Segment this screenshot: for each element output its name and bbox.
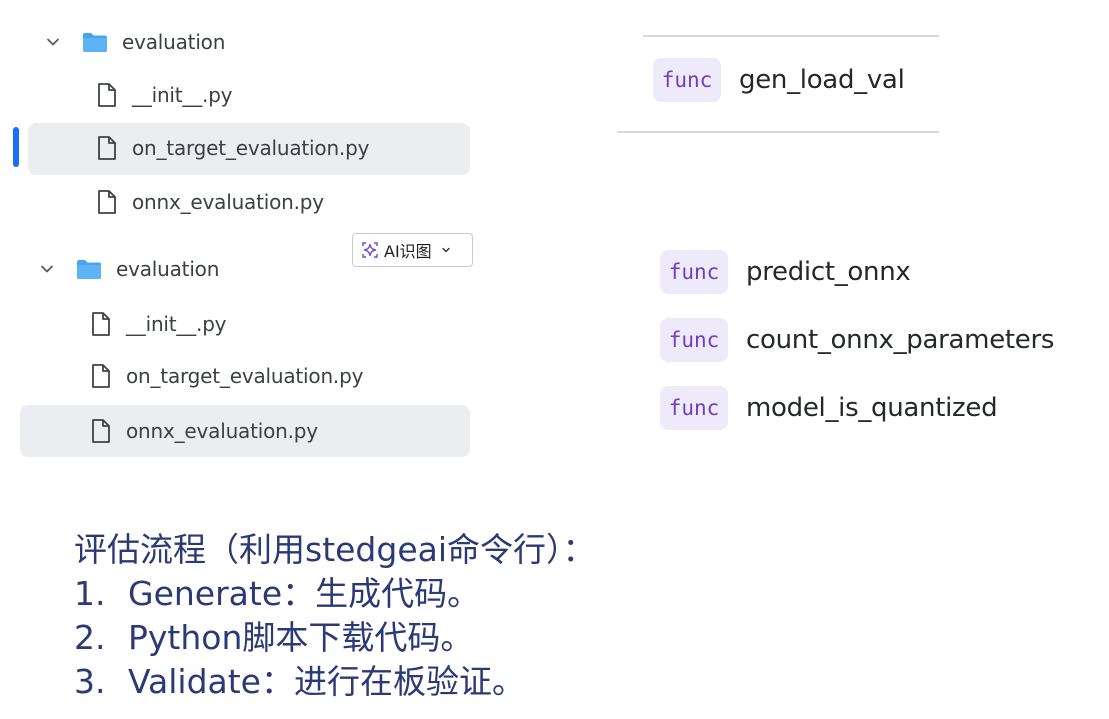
- function-item[interactable]: func gen_load_val: [653, 57, 905, 103]
- evaluation-notes: 评估流程（利用stedgeai命令行）： 1. Generate：生成代码。 2.…: [74, 528, 596, 704]
- tree-file-on-target-evaluation[interactable]: on_target_evaluation.py: [96, 122, 369, 174]
- function-item[interactable]: func count_onnx_parameters: [660, 317, 1054, 363]
- tree-file-init[interactable]: __init__.py: [96, 69, 233, 121]
- tree-file-init[interactable]: __init__.py: [90, 298, 227, 350]
- folder-icon: [83, 33, 107, 52]
- file-label: __init__.py: [132, 83, 233, 107]
- step-text: Validate：进行在板验证。: [128, 662, 525, 701]
- divider: [617, 131, 939, 133]
- func-badge: func: [653, 58, 721, 102]
- folder-icon: [77, 260, 101, 279]
- ai-chip-label: AI识图: [384, 242, 432, 261]
- file-label: on_target_evaluation.py: [126, 364, 364, 388]
- file-icon: [98, 83, 116, 107]
- step-text: Python脚本下载代码。: [128, 618, 474, 657]
- notes-step: 3. Validate：进行在板验证。: [74, 660, 596, 704]
- ai-image-recognition-button[interactable]: AI识图: [352, 233, 473, 267]
- step-number: 1.: [74, 574, 106, 613]
- function-item[interactable]: func predict_onnx: [660, 249, 911, 295]
- file-label: on_target_evaluation.py: [132, 136, 370, 160]
- file-icon: [98, 190, 116, 214]
- func-badge: func: [660, 318, 728, 362]
- notes-step: 1. Generate：生成代码。: [74, 572, 596, 616]
- folder-label: evaluation: [116, 257, 220, 281]
- chevron-down-icon[interactable]: [46, 35, 60, 49]
- function-name: gen_load_val: [739, 65, 905, 95]
- chevron-down-icon: [441, 247, 450, 253]
- folder-label: evaluation: [122, 30, 226, 54]
- active-indicator: [13, 127, 19, 167]
- divider: [643, 35, 939, 37]
- function-item[interactable]: func model_is_quantized: [660, 385, 998, 431]
- file-label: __init__.py: [126, 312, 227, 336]
- function-name: model_is_quantized: [746, 393, 998, 423]
- notes-heading: 评估流程（利用stedgeai命令行）：: [74, 530, 596, 569]
- chevron-down-icon[interactable]: [40, 262, 54, 276]
- step-number: 3.: [74, 662, 106, 701]
- file-icon: [92, 312, 110, 336]
- file-label: onnx_evaluation.py: [126, 419, 318, 443]
- file-icon: [92, 364, 110, 388]
- sparkle-icon: [362, 242, 378, 258]
- function-name: predict_onnx: [746, 257, 911, 287]
- file-label: onnx_evaluation.py: [132, 190, 324, 214]
- tree-folder-evaluation[interactable]: evaluation: [40, 243, 219, 295]
- notes-step: 2. Python脚本下载代码。: [74, 616, 596, 660]
- step-number: 2.: [74, 618, 106, 657]
- tree-file-onnx-evaluation[interactable]: onnx_evaluation.py: [96, 176, 324, 228]
- function-name: count_onnx_parameters: [746, 325, 1055, 355]
- tree-file-onnx-evaluation[interactable]: onnx_evaluation.py: [90, 405, 318, 457]
- file-icon: [92, 419, 110, 443]
- tree-folder-evaluation[interactable]: evaluation: [46, 16, 225, 68]
- step-text: Generate：生成代码。: [128, 574, 481, 613]
- func-badge: func: [660, 250, 728, 294]
- file-icon: [98, 136, 116, 160]
- func-badge: func: [660, 386, 728, 430]
- tree-file-on-target-evaluation[interactable]: on_target_evaluation.py: [90, 350, 363, 402]
